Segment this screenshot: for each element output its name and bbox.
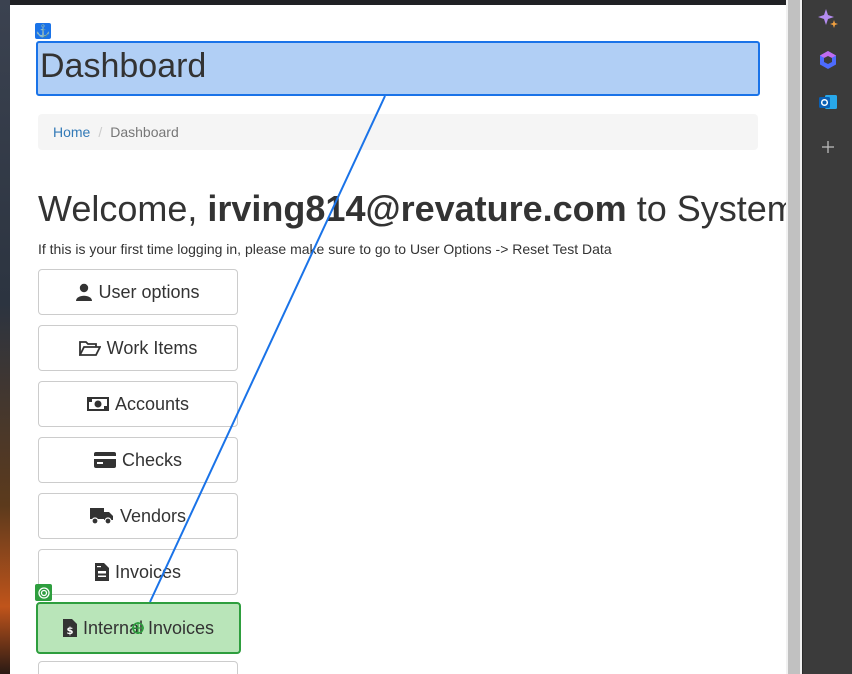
accounts-button[interactable]: Accounts (38, 381, 238, 427)
page-scrollbar[interactable] (786, 0, 802, 674)
m365-app-icon[interactable] (814, 46, 842, 74)
svg-text:$: $ (66, 626, 73, 637)
menu-label: Work Items (106, 337, 198, 358)
truck-icon (89, 507, 114, 525)
user-options-button[interactable]: User options (38, 269, 238, 315)
browser-side-panel (802, 0, 852, 674)
desktop-wallpaper-strip (0, 0, 10, 674)
user-icon (76, 283, 93, 301)
scrollbar-thumb[interactable] (788, 0, 800, 674)
vendors-button[interactable]: Vendors (38, 493, 238, 539)
menu-label: Internal Invoices (82, 617, 215, 638)
work-items-button[interactable]: Work Items (38, 325, 238, 371)
money-bill-icon (86, 397, 109, 411)
menu-label: User options (98, 281, 200, 302)
folder-open-icon (78, 339, 101, 357)
breadcrumb: Home / Dashboard (38, 114, 758, 150)
welcome-prefix: Welcome, (38, 188, 208, 229)
menu-label: Vendors (119, 505, 187, 526)
menu-label: Checks (121, 449, 183, 470)
file-invoice-icon (94, 563, 109, 581)
first-login-hint: If this is your first time logging in, p… (38, 241, 612, 257)
copilot-sparkle-icon[interactable] (814, 4, 842, 32)
breadcrumb-separator: / (98, 124, 103, 140)
internal-invoices-button[interactable]: $ Internal Invoices (36, 602, 241, 654)
add-icon[interactable] (814, 133, 842, 161)
welcome-suffix: to System (626, 188, 786, 229)
invoices-button[interactable]: Invoices (38, 549, 238, 595)
browser-page: ⚓ Dashboard Home / Dashboard Welcome, irvi… (10, 5, 786, 674)
file-invoice-dollar-icon: $ (62, 619, 77, 637)
user-email: irving814@revature.com (207, 188, 627, 229)
checks-button[interactable]: Checks (38, 437, 238, 483)
next-menu-button[interactable] (38, 661, 238, 674)
anchor-icon: ⚓ (35, 23, 51, 39)
target-icon (35, 584, 52, 601)
menu-label: Invoices (114, 561, 182, 582)
breadcrumb-home-link[interactable]: Home (53, 124, 90, 140)
breadcrumb-current: Dashboard (110, 124, 179, 140)
credit-card-icon (93, 452, 116, 468)
menu-label: Accounts (114, 393, 190, 414)
outlook-icon[interactable] (814, 88, 842, 116)
page-title: Dashboard (36, 41, 760, 96)
welcome-heading: Welcome, irving814@revature.com to Syste… (38, 187, 786, 231)
